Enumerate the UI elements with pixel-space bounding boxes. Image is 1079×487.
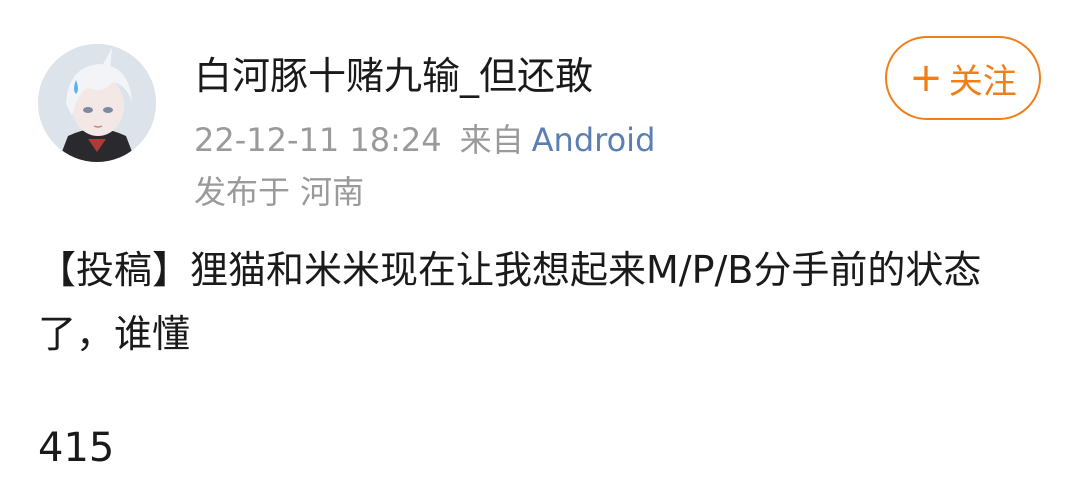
follow-button[interactable]: + 关注 (885, 36, 1041, 120)
source-prefix: 来自 (459, 121, 524, 159)
follow-button-label: 关注 (948, 61, 1017, 102)
plus-icon: + (909, 55, 943, 101)
avatar[interactable] (38, 44, 156, 162)
avatar-image (38, 44, 156, 162)
timestamp: 22-12-11 18:24 (194, 121, 442, 159)
post-text: 【投稿】狸猫和米米现在让我想起来M/P/B分手前的状态了，谁懂 (38, 248, 982, 356)
post-meta: 22-12-11 18:24 来自 Android (194, 118, 655, 162)
source-link[interactable]: Android (532, 121, 656, 159)
post-number: 415 (38, 425, 115, 471)
username[interactable]: 白河豚十赌九输_但还敢 (194, 50, 593, 102)
post-location: 发布于 河南 (194, 173, 365, 211)
